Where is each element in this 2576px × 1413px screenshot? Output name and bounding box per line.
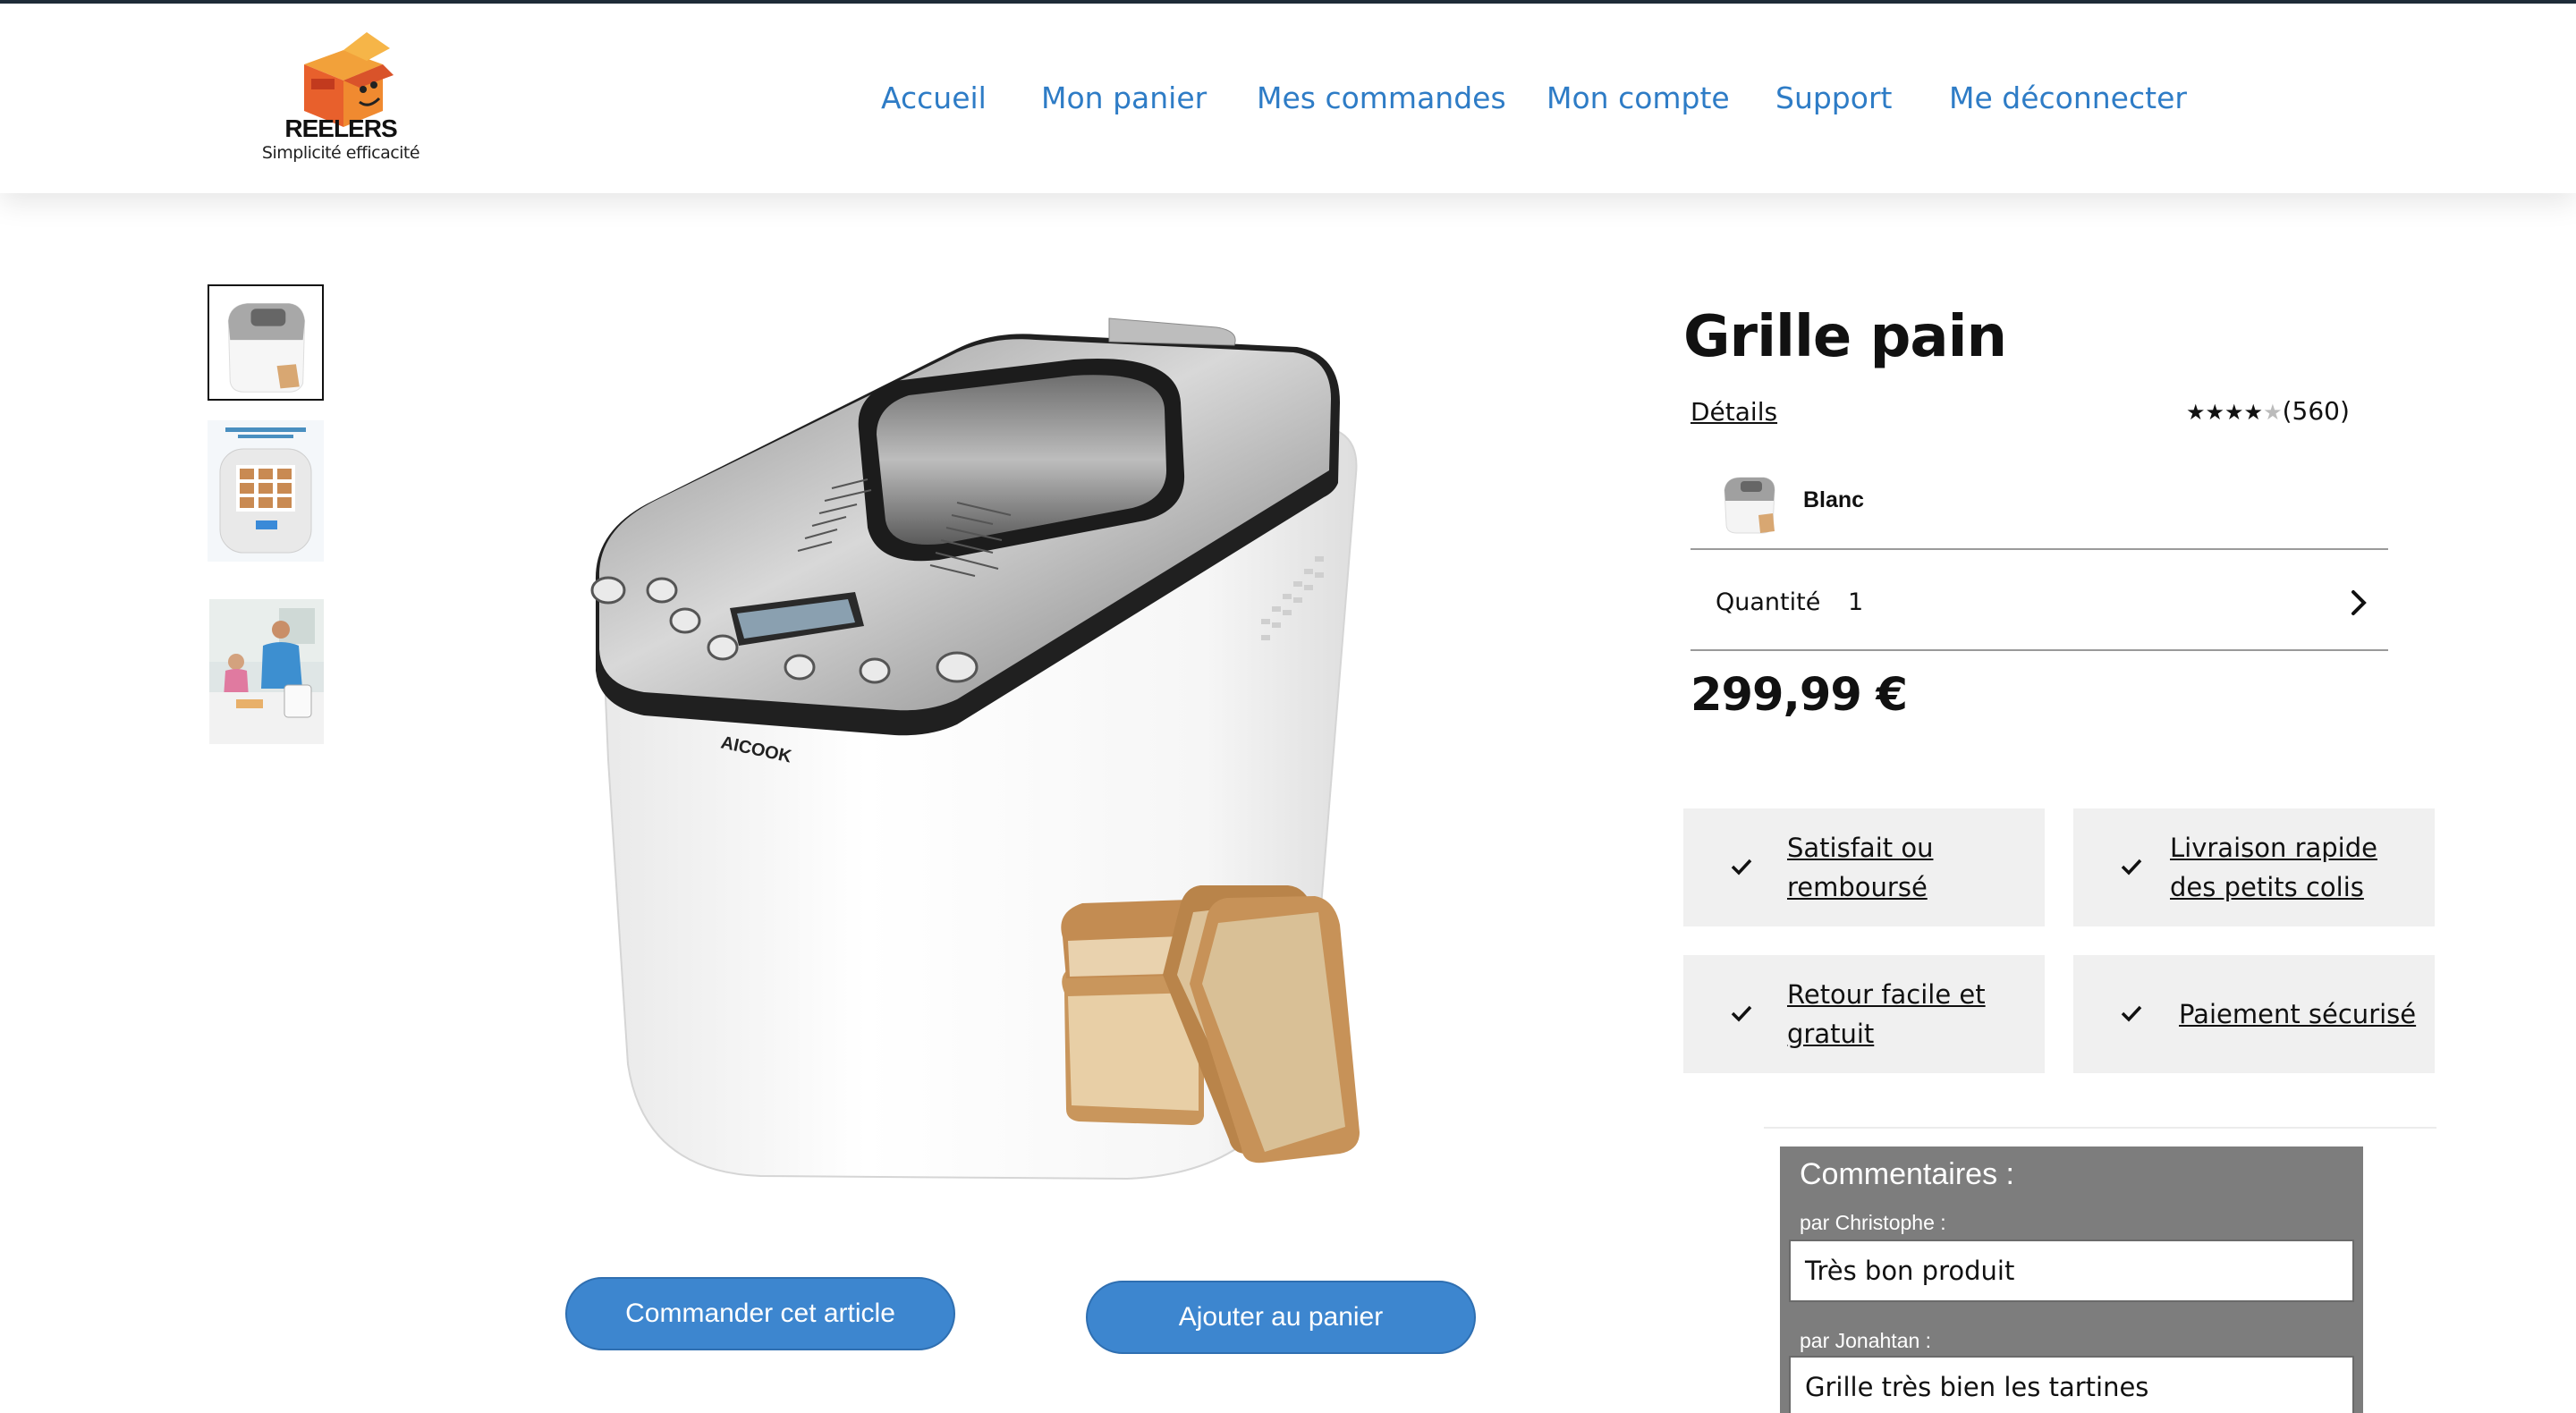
nav-link-mon-compte[interactable]: Mon compte xyxy=(1546,80,1730,115)
thumbnail-1[interactable] xyxy=(208,284,324,401)
rating-count: (560) xyxy=(2282,396,2350,426)
comment-author: par Christophe : xyxy=(1800,1211,1946,1234)
family-kitchen-thumbnail-image xyxy=(209,599,324,744)
quantity-selector[interactable]: Quantité 1 xyxy=(1690,553,2388,655)
add-to-cart-button[interactable]: Ajouter au panier xyxy=(1086,1281,1476,1354)
site-header: REELERS Simplicité efficacité Accueil Mo… xyxy=(0,4,2576,193)
feature-label: Livraison rapide des petits colis xyxy=(2170,833,2377,902)
variant-label: Blanc xyxy=(1803,487,1865,512)
comments-panel: Commentaires : par Christophe : Très bon… xyxy=(1780,1146,2363,1413)
nav-link-mes-commandes[interactable]: Mes commandes xyxy=(1257,80,1506,115)
comment-text: Très bon produit xyxy=(1789,1240,2354,1302)
star-icon: ★ xyxy=(2243,400,2264,425)
star-icon: ★ xyxy=(2205,400,2225,425)
order-item-button[interactable]: Commander cet article xyxy=(565,1277,955,1350)
feature-easy-return[interactable]: Retour facile et gratuit xyxy=(1683,955,2045,1073)
product-main-image: AICOOK xyxy=(590,317,1360,1180)
product-price: 299,99 € xyxy=(1690,669,1908,722)
brand-tagline: Simplicité efficacité xyxy=(261,143,420,163)
check-icon xyxy=(1731,1005,1752,1022)
feature-label: Retour facile et gratuit xyxy=(1787,979,1986,1049)
quantity-label: Quantité xyxy=(1716,588,1821,616)
thumbnail-3[interactable] xyxy=(209,599,324,744)
comment-author: par Jonahtan : xyxy=(1800,1329,1932,1352)
details-link[interactable]: Détails xyxy=(1690,397,1777,427)
feature-secure-payment[interactable]: Paiement sécurisé xyxy=(2073,955,2435,1073)
check-icon xyxy=(1731,859,1752,876)
variant-thumbnail[interactable] xyxy=(1717,470,1780,535)
feature-fast-delivery[interactable]: Livraison rapide des petits colis xyxy=(2073,808,2435,926)
product-rating[interactable]: ★★★★★(560) xyxy=(2186,396,2350,426)
divider xyxy=(1764,1127,2436,1129)
nav-link-me-deconnecter[interactable]: Me déconnecter xyxy=(1949,80,2187,115)
comment-text: Grille très bien les tartines xyxy=(1789,1356,2354,1413)
nav-link-accueil[interactable]: Accueil xyxy=(881,80,987,115)
nav-link-support[interactable]: Support xyxy=(1775,80,1892,115)
feature-label: Satisfait ou remboursé xyxy=(1787,833,1934,902)
brand-name: REELERS xyxy=(284,114,397,142)
brand-logo[interactable]: REELERS Simplicité efficacité xyxy=(259,29,438,172)
divider xyxy=(1690,548,2388,550)
bread-maker-thumbnail-image xyxy=(209,286,322,399)
star-empty-icon: ★ xyxy=(2263,400,2283,425)
comments-title: Commentaires : xyxy=(1800,1157,2014,1191)
feature-money-back[interactable]: Satisfait ou remboursé xyxy=(1683,808,2045,926)
check-icon xyxy=(2121,1005,2142,1022)
quantity-value: 1 xyxy=(1848,588,1864,616)
star-icon: ★ xyxy=(2224,400,2244,425)
divider xyxy=(1690,649,2388,651)
nav-link-mon-panier[interactable]: Mon panier xyxy=(1041,80,1207,115)
feature-label: Paiement sécurisé xyxy=(2179,999,2417,1029)
star-icon: ★ xyxy=(2186,400,2206,425)
check-icon xyxy=(2121,859,2142,876)
product-title: Grille pain xyxy=(1683,304,2007,370)
programs-thumbnail-image xyxy=(208,420,324,562)
chevron-right-icon[interactable] xyxy=(2345,585,2372,621)
thumbnail-2[interactable] xyxy=(208,420,324,562)
